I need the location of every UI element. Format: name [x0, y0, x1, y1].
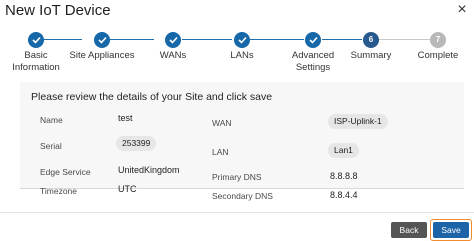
step-3-checkmark-icon[interactable] — [165, 32, 181, 48]
step-3-label: WANs — [159, 50, 187, 61]
secondary-dns-value: 8.8.4.4 — [330, 190, 358, 200]
timezone-value: UTC — [118, 184, 137, 194]
serial-label: Serial — [40, 141, 62, 151]
primary-dns-label: Primary DNS — [212, 172, 262, 182]
timezone-label: Timezone — [40, 186, 78, 196]
step-connector — [378, 39, 430, 40]
secondary-dns-label: Secondary DNS — [212, 191, 273, 201]
wan-chip: ISP-Uplink-1 — [328, 114, 388, 129]
step-1-checkmark-icon[interactable] — [28, 32, 44, 48]
step-4-label: LANs — [230, 50, 254, 61]
step-connector — [250, 39, 304, 40]
step-connector — [110, 39, 154, 40]
step-7-number: 7 — [430, 32, 446, 48]
footer-divider — [0, 212, 474, 213]
step-2-label: Site Appliances — [69, 50, 135, 61]
new-iot-device-dialog: New IoT Device × Basic Information Site … — [0, 0, 474, 241]
name-label: Name — [40, 115, 63, 125]
back-button[interactable]: Back — [391, 222, 427, 238]
step-connector — [322, 39, 362, 40]
lan-chip: Lan1 — [328, 143, 359, 158]
dialog-title: New IoT Device — [5, 2, 111, 19]
serial-chip: 253399 — [116, 136, 157, 151]
wizard-stepper: Basic Information Site Appliances WANs L… — [0, 31, 474, 81]
step-4-checkmark-icon[interactable] — [234, 32, 250, 48]
edge-service-label: Edge Service — [40, 167, 91, 177]
step-5-checkmark-icon[interactable] — [305, 32, 321, 48]
wan-label: WAN — [212, 118, 232, 128]
primary-dns-value: 8.8.8.8 — [330, 171, 358, 181]
step-6-label: Summary — [350, 50, 392, 61]
name-value: test — [118, 113, 133, 123]
review-prompt: Please review the details of your Site a… — [31, 91, 273, 103]
step-1-label: Basic Information — [12, 50, 60, 73]
step-6-number[interactable]: 6 — [363, 32, 379, 48]
edge-service-value: UnitedKingdom — [118, 165, 180, 175]
step-connector — [182, 39, 232, 40]
step-connector — [44, 39, 82, 40]
step-2-checkmark-icon[interactable] — [94, 32, 110, 48]
save-button[interactable]: Save — [433, 222, 469, 238]
step-7-label: Complete — [417, 50, 459, 61]
lan-label: LAN — [212, 147, 229, 157]
close-icon[interactable]: × — [455, 1, 469, 19]
